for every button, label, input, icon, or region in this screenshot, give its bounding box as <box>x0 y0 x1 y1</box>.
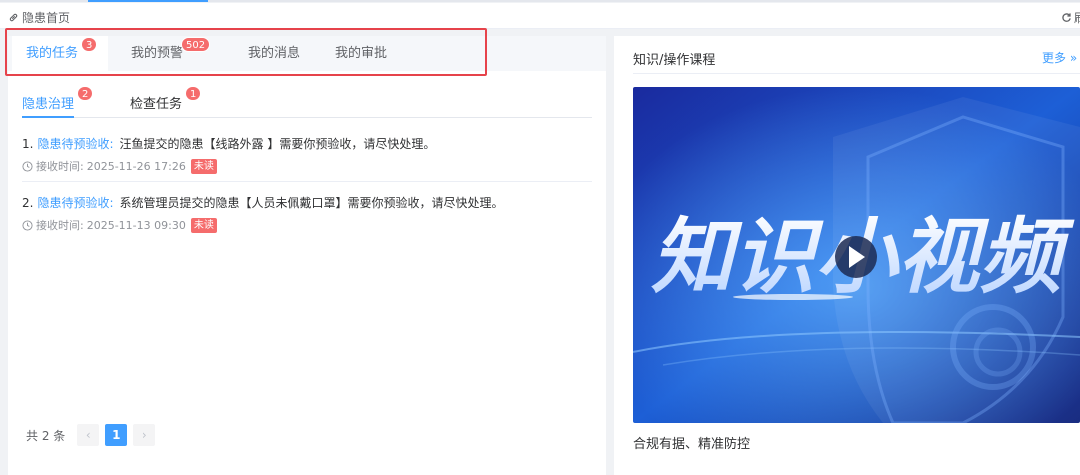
active-top-tab-indicator <box>88 0 208 2</box>
item-time: 2025-11-26 17:26 <box>86 159 186 173</box>
tasks-panel: 我的任务 3 我的预警 502 我的消息 我的审批 隐患治理 2 检查任务 1 … <box>8 36 606 475</box>
subtabs-divider <box>22 117 592 118</box>
item-meta: 接收时间: 2025-11-13 09:30 未读 <box>22 217 592 233</box>
refresh-button[interactable]: 刷 <box>1061 9 1080 26</box>
breadcrumb-bar: 隐患首页 刷 <box>0 3 1080 29</box>
knowledge-title: 知识/操作课程 <box>633 53 716 68</box>
subtab-hazard-governance[interactable]: 隐患治理 <box>22 93 74 112</box>
item-index: 1. <box>22 137 34 151</box>
list-divider <box>22 181 592 182</box>
subtab-inspection-tasks[interactable]: 检查任务 <box>130 93 182 112</box>
page-1-button[interactable]: 1 <box>105 424 128 446</box>
video-cover-art: 知识小视频 <box>633 87 1080 423</box>
item-time: 2025-11-13 09:30 <box>86 218 186 232</box>
subtab-inspection-tasks-badge: 1 <box>185 86 202 101</box>
subtab-active-indicator <box>22 116 74 118</box>
clock-icon <box>22 160 33 172</box>
item-text: 2. 隐患待预验收: 系统管理员提交的隐患【人员未佩戴口罩】需要你预验收，请尽快处理… <box>22 194 592 211</box>
prev-page-button[interactable]: ‹ <box>77 424 100 446</box>
pagination-total: 共 2 条 <box>26 428 66 443</box>
knowledge-divider <box>633 73 1080 74</box>
item-type-link[interactable]: 隐患待预验收: <box>37 196 113 210</box>
knowledge-panel: 知识/操作课程 更多 » 合规有据、精准防控 <box>614 36 1080 475</box>
annotation-highlight-box <box>5 28 487 76</box>
item-message: 系统管理员提交的隐患【人员未佩戴口罩】需要你预验收，请尽快处理。 <box>119 196 504 210</box>
refresh-icon <box>1062 13 1071 22</box>
item-message: 汪鱼提交的隐患【线路外露 】需要你预验收，请尽快处理。 <box>119 137 436 151</box>
video-thumbnail[interactable]: 知识小视频 <box>633 87 1080 423</box>
item-time-label: 接收时间: <box>36 219 84 232</box>
item-meta: 接收时间: 2025-11-26 17:26 未读 <box>22 158 592 174</box>
item-text: 1. 隐患待预验收: 汪鱼提交的隐患【线路外露 】需要你预验收，请尽快处理。 <box>22 135 592 152</box>
link-icon <box>9 13 18 22</box>
play-icon[interactable] <box>835 236 877 278</box>
item-index: 2. <box>22 196 34 210</box>
list-item[interactable]: 1. 隐患待预验收: 汪鱼提交的隐患【线路外露 】需要你预验收，请尽快处理。 接收时… <box>22 135 592 174</box>
more-link[interactable]: 更多 » <box>1042 49 1077 66</box>
more-label: 更多 <box>1042 51 1067 65</box>
subtab-hazard-governance-label: 隐患治理 <box>22 97 75 112</box>
list-item[interactable]: 2. 隐患待预验收: 系统管理员提交的隐患【人员未佩戴口罩】需要你预验收，请尽快处理… <box>22 194 592 233</box>
breadcrumb-label: 隐患首页 <box>22 11 71 25</box>
top-tab-strip <box>0 0 1080 2</box>
next-page-button[interactable]: › <box>133 424 156 446</box>
refresh-label: 刷 <box>1074 9 1080 26</box>
unread-badge: 未读 <box>190 217 217 233</box>
unread-badge: 未读 <box>190 158 217 174</box>
double-chevron-right-icon: » <box>1066 51 1078 65</box>
subtab-hazard-governance-badge: 2 <box>77 86 94 101</box>
video-caption: 合规有据、精准防控 <box>633 437 751 452</box>
item-time-label: 接收时间: <box>36 160 84 173</box>
pagination: 共 2 条 ‹ 1 › <box>26 424 156 446</box>
clock-icon <box>22 219 33 231</box>
item-type-link[interactable]: 隐患待预验收: <box>37 137 113 151</box>
breadcrumb[interactable]: 隐患首页 <box>8 9 70 26</box>
subtab-inspection-tasks-label: 检查任务 <box>130 97 183 112</box>
